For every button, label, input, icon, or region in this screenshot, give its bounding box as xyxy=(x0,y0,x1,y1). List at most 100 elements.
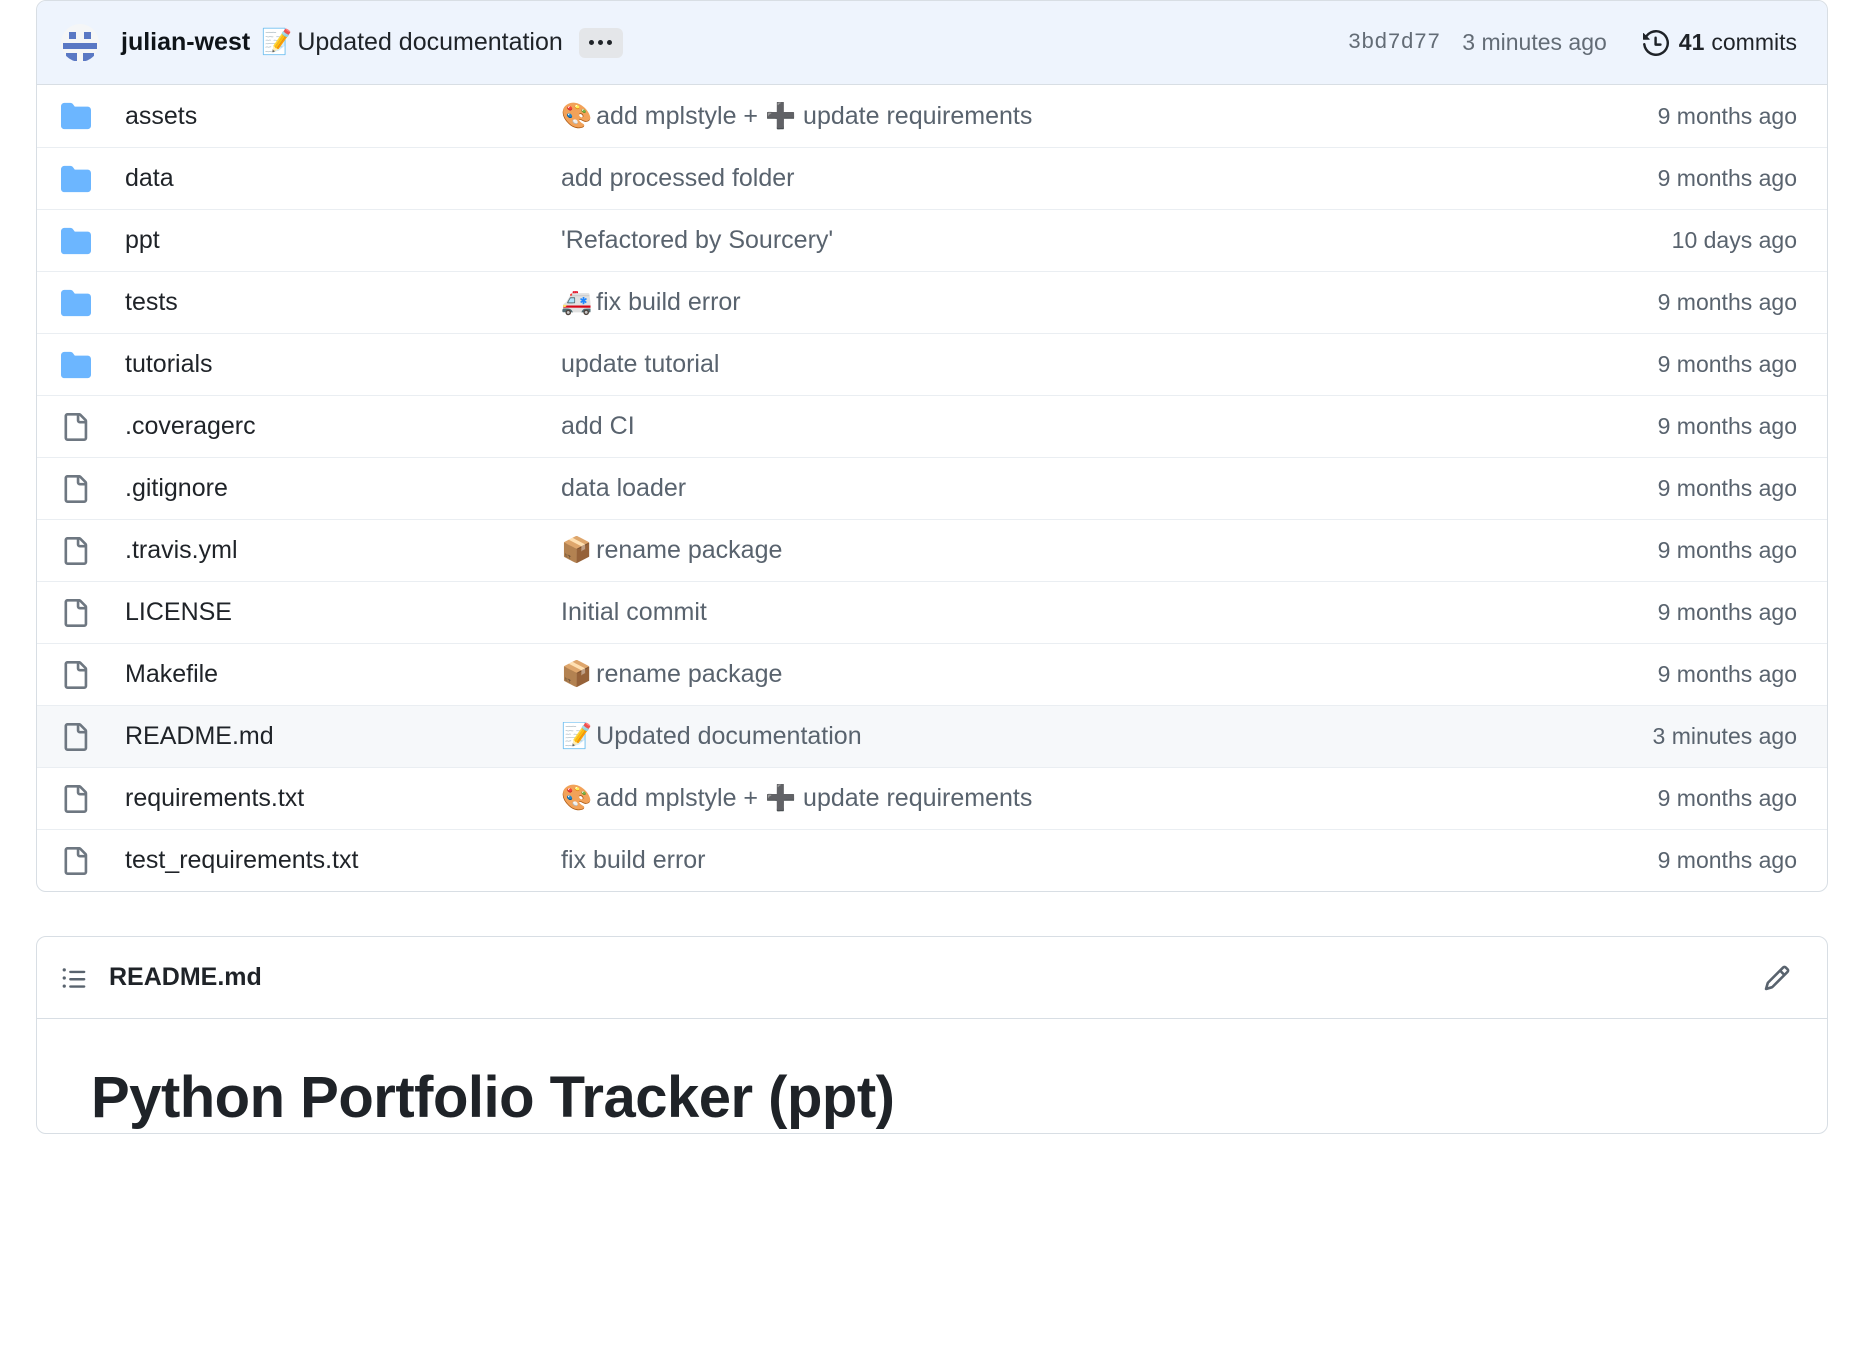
commit-message-cell[interactable]: 📦rename package xyxy=(561,536,1497,565)
table-row[interactable]: dataadd processed folder 9 months ago xyxy=(37,147,1827,209)
file-table: assets🎨add mplstyle + ➕ update requireme… xyxy=(37,85,1827,891)
file-name-link[interactable]: .coveragerc xyxy=(125,412,561,441)
pencil-icon[interactable] xyxy=(1757,958,1797,998)
readme-header: README.md xyxy=(37,937,1827,1019)
commit-message-text: add mplstyle + ➕ update requirements xyxy=(596,784,1032,812)
file-name-link[interactable]: README.md xyxy=(125,722,561,751)
file-icon-wrap xyxy=(61,723,103,751)
commit-message-cell[interactable]: 🚑fix build error xyxy=(561,288,1497,317)
readme-body: Python Portfolio Tracker (ppt) xyxy=(37,1019,1827,1133)
commit-emoji-icon: 🎨 xyxy=(561,784,592,812)
commit-emoji-icon: 📦 xyxy=(561,660,592,688)
file-name-link[interactable]: requirements.txt xyxy=(125,784,561,813)
commit-message-text: fix build error xyxy=(561,846,706,874)
file-icon xyxy=(61,661,89,689)
commit-message-text: add mplstyle + ➕ update requirements xyxy=(596,102,1032,130)
commit-message-text: rename package xyxy=(596,660,782,688)
table-row[interactable]: README.md📝Updated documentation3 minutes… xyxy=(37,705,1827,767)
commit-sha-link[interactable]: 3bd7d77 xyxy=(1348,30,1440,55)
unordered-list-icon[interactable] xyxy=(61,965,87,991)
commits-count-number: 41 xyxy=(1679,29,1705,56)
commit-message-cell[interactable]: add processed folder xyxy=(561,164,1497,193)
folder-icon xyxy=(61,101,91,131)
file-icon-wrap xyxy=(61,599,103,627)
commits-count-label: commits xyxy=(1711,29,1797,56)
commit-time-cell: 9 months ago xyxy=(1497,537,1797,564)
commit-message-cell[interactable]: fix build error xyxy=(561,846,1497,875)
file-name-link[interactable]: .travis.yml xyxy=(125,536,561,565)
folder-icon xyxy=(61,164,91,194)
table-row[interactable]: requirements.txt🎨add mplstyle + ➕ update… xyxy=(37,767,1827,829)
folder-icon xyxy=(61,288,91,318)
folder-icon xyxy=(61,226,91,256)
commit-message-cell[interactable]: 🎨add mplstyle + ➕ update requirements xyxy=(561,784,1497,813)
table-row[interactable]: LICENSEInitial commit 9 months ago xyxy=(37,581,1827,643)
commit-message-cell[interactable]: add CI xyxy=(561,412,1497,441)
dot-icon xyxy=(589,40,594,45)
commit-time-cell: 9 months ago xyxy=(1497,289,1797,316)
file-icon xyxy=(61,413,89,441)
commit-message-text: fix build error xyxy=(596,288,741,316)
commit-message-text: add CI xyxy=(561,412,635,440)
file-icon xyxy=(61,847,89,875)
commit-emoji-icon: 📦 xyxy=(561,536,592,564)
commits-count-link[interactable]: 41 commits xyxy=(1643,29,1797,56)
file-name-link[interactable]: test_requirements.txt xyxy=(125,846,561,875)
file-name-link[interactable]: tutorials xyxy=(125,350,561,379)
table-row[interactable]: assets🎨add mplstyle + ➕ update requireme… xyxy=(37,85,1827,147)
readme-filename: README.md xyxy=(109,963,262,992)
table-row[interactable]: tutorialsupdate tutorial9 months ago xyxy=(37,333,1827,395)
commit-time-cell: 9 months ago xyxy=(1497,847,1797,874)
table-row[interactable]: .coveragercadd CI9 months ago xyxy=(37,395,1827,457)
dot-icon xyxy=(607,40,612,45)
table-row[interactable]: .gitignoredata loader9 months ago xyxy=(37,457,1827,519)
commit-message-text: Updated documentation xyxy=(297,28,562,56)
table-row[interactable]: ppt'Refactored by Sourcery' 10 days ago xyxy=(37,209,1827,271)
file-name-link[interactable]: Makefile xyxy=(125,660,561,689)
commit-time-cell: 9 months ago xyxy=(1497,165,1797,192)
commit-meta: 3bd7d77 3 minutes ago 41 commits xyxy=(1348,29,1797,56)
commit-message-text: add processed folder xyxy=(561,164,794,192)
commit-message-cell[interactable]: 📦rename package xyxy=(561,660,1497,689)
table-row[interactable]: .travis.yml📦rename package9 months ago xyxy=(37,519,1827,581)
table-row[interactable]: test_requirements.txtfix build error 9 mo… xyxy=(37,829,1827,891)
avatar[interactable] xyxy=(61,24,99,62)
commit-emoji-icon: 📝 xyxy=(561,722,592,750)
commit-author-link[interactable]: julian-west xyxy=(121,28,250,57)
folder-icon xyxy=(61,350,91,380)
file-name-link[interactable]: assets xyxy=(125,102,561,131)
commit-time-cell: 9 months ago xyxy=(1497,661,1797,688)
file-name-link[interactable]: LICENSE xyxy=(125,598,561,627)
commit-message-text: 'Refactored by Sourcery' xyxy=(561,226,833,254)
file-icon xyxy=(61,537,89,565)
file-icon-wrap xyxy=(61,475,103,503)
commit-timestamp: 3 minutes ago xyxy=(1462,29,1606,56)
commit-message-cell[interactable]: data loader xyxy=(561,474,1497,503)
file-name-link[interactable]: .gitignore xyxy=(125,474,561,503)
file-name-link[interactable]: data xyxy=(125,164,561,193)
commit-message-cell[interactable]: 📝Updated documentation xyxy=(561,722,1497,751)
file-name-link[interactable]: ppt xyxy=(125,226,561,255)
history-clock-icon xyxy=(1643,30,1669,56)
table-row[interactable]: Makefile📦rename package9 months ago xyxy=(37,643,1827,705)
commit-expand-button[interactable] xyxy=(579,28,623,58)
commit-time-cell: 9 months ago xyxy=(1497,599,1797,626)
commit-message-text: rename package xyxy=(596,536,782,564)
commit-message-cell[interactable]: Initial commit xyxy=(561,598,1497,627)
file-icon-wrap xyxy=(61,413,103,441)
commit-time-cell: 3 minutes ago xyxy=(1497,723,1797,750)
memo-icon: 📝 xyxy=(261,28,292,56)
commit-message-cell[interactable]: 'Refactored by Sourcery' xyxy=(561,226,1497,255)
commit-time-cell: 9 months ago xyxy=(1497,475,1797,502)
commit-message-link[interactable]: 📝Updated documentation xyxy=(261,28,563,57)
file-icon-wrap xyxy=(61,847,103,875)
commit-message-cell[interactable]: update tutorial xyxy=(561,350,1497,379)
commit-time-cell: 10 days ago xyxy=(1497,227,1797,254)
commit-message-cell[interactable]: 🎨add mplstyle + ➕ update requirements xyxy=(561,102,1497,131)
commit-time-cell: 9 months ago xyxy=(1497,785,1797,812)
file-name-link[interactable]: tests xyxy=(125,288,561,317)
commit-time-cell: 9 months ago xyxy=(1497,103,1797,130)
commit-message-text: Initial commit xyxy=(561,598,707,626)
table-row[interactable]: tests🚑fix build error9 months ago xyxy=(37,271,1827,333)
file-icon-wrap xyxy=(61,785,103,813)
